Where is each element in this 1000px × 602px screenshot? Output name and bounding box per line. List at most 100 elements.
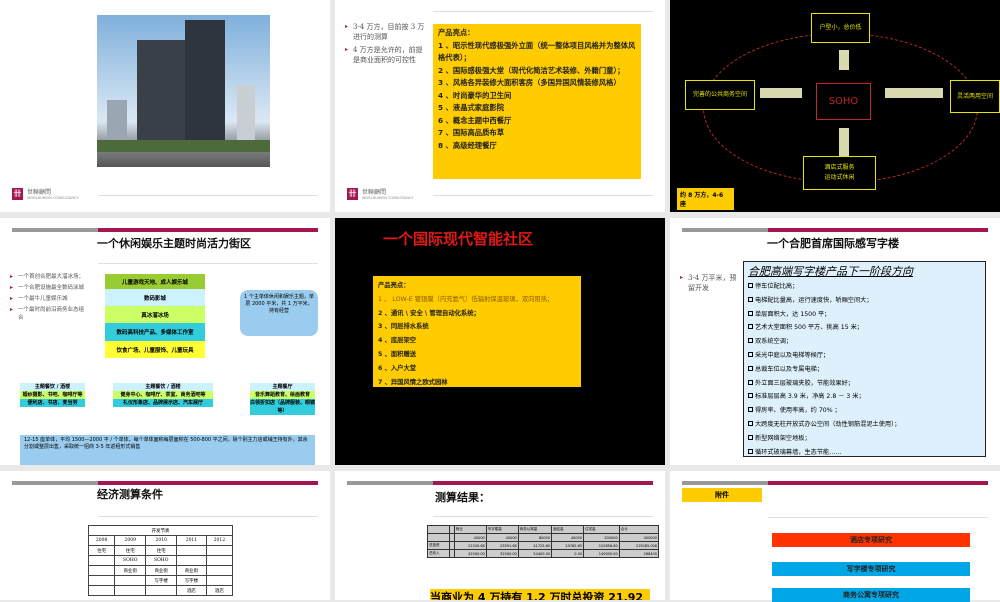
appendix-tag: 附件 [682,488,762,502]
diagram-box-right: 灵活两用空间 [950,80,1000,113]
slide-thumbnail-5[interactable]: 一个国际现代智能社区 产品亮点： 1 、 LOW-E 镀银膜（内充氩气）低辐射保… [335,218,665,465]
table-cell [145,585,178,596]
checkbox-square-icon [748,351,753,357]
area-label: 约 8 万方，4-6 座 [677,188,734,210]
table-cell: 2010 [145,535,178,546]
slide-thumbnail-3[interactable]: 户型小，总价低 完善的公共商务空间 灵活两用空间 酒店式服务 运动式休闲 SOHO… [670,0,1000,212]
table-cell: 总投资 [427,541,450,550]
table-cell [87,565,116,576]
table-cell: 商业 [453,525,487,534]
feature-item: 停车位配比高； [748,280,981,294]
slide-thumbnail-2[interactable]: 3-4 万方，目前按 3 万进行的测算4 万方是允许的，前提是商业面积的可控性 … [335,0,665,212]
checkbox-square-icon [748,365,753,371]
table-cell: 住宅 [145,545,178,556]
summary-highlight: 当商业为 4 万持有 1.2 万时总投资 21.92 [430,589,650,600]
table-cell: 40000 [485,533,519,542]
table-cell [205,575,234,586]
layer-3: 真冰溜冰场 [105,306,205,323]
table-cell [427,533,450,542]
table-row: 住宅 住宅 住宅 [87,545,234,556]
table-row: 40000 40000 80000 40000 200000 400000 [427,533,660,542]
table-cell [176,555,207,566]
checkbox-square-icon [748,379,753,385]
slide-thumbnail-4[interactable]: 一个休闲娱乐主题时尚活力街区 一个首创合肥最大溜冰场；一个合肥设施最全数码泳城一… [0,218,330,465]
table-cell: 2009 [114,535,147,546]
table-cell [114,585,147,596]
feature-item: 标准层层高 3.9 米，净高 2.8 － 3 米； [748,390,981,404]
feature-item: 单层面积大，达 1500 平； [748,308,981,322]
table-cell: 住宅 [87,545,116,556]
checkbox-square-icon [748,407,753,413]
table-cell: 268400 [618,549,660,558]
table-cell [87,575,116,586]
table-cell: 140000.00 [583,549,620,558]
checkbox-square-icon [748,338,753,344]
table-cell: 写字楼 [176,575,207,586]
slide-thumbnail-6[interactable]: 一个合肥首席国际感写字楼 3-4 万平米，预留开发 合肥高端写字楼产品下一阶段方… [670,218,1000,465]
checkbox-square-icon [748,283,753,288]
checkbox-square-icon [748,296,753,302]
table-cell: SOHO [145,555,178,566]
table-cell: 2011 [176,535,207,546]
table-cell: 2008 [87,535,116,546]
arrow-up-icon [839,128,849,156]
table-cell: 商业街 [176,565,207,576]
table-cell [205,565,234,576]
feature-item: 外立面三层玻璃夹胶，节能效果好； [748,377,981,391]
table-cell: 合计 [618,525,660,534]
table-cell [176,545,207,556]
product-highlights-box: 产品亮点： 1 、昭示性现代感极强外立面（统一整体项目风格并为整体风格代表）； 2… [433,24,641,179]
link-hotel-study[interactable]: 酒店专项研究 [772,533,970,547]
bullet-list: 3-4 万平米，预留开发 [680,273,740,296]
feature-item: 大跨度无柱开放式办公空间（劲性钢筋混泥土使用）； [748,418,981,432]
table-row: 商业 写字楼量 商务公寓量 酒店量 住宅量 合计 [427,525,660,534]
checkbox-square-icon [748,393,753,399]
summary-banner: 12-15 座单体，平均 1500—2000 平 / 个单体，每个单体面积每层面… [20,435,315,465]
table-cell [87,585,116,596]
table-cell: 32000.00 [485,549,519,558]
bullet-list: 3-4 万方，目前按 3 万进行的测算4 万方是允许的，前提是商业面积的可控性 [345,22,425,68]
table-row: 酒店 酒店 [87,585,234,596]
table-cell: 41725.60 [517,541,553,550]
slide-thumbnail-8[interactable]: 测算结果： 商业 写字楼量 商务公寓量 酒店量 住宅量 合计 40000 40000 80000… [335,471,665,600]
link-office-study[interactable]: 写字楼专项研究 [772,562,970,576]
layer-2: 数码高科技产品、多媒体工作室 [105,323,205,341]
feature-item: 总裁车位以及专属电梯； [748,363,981,377]
checkbox-square-icon [748,324,753,330]
development-schedule-table: 开发节奏 2008 2009 2010 2011 2012 住宅 住宅 住宅 SOHO SOHO 商… [87,525,234,596]
table-cell [87,555,116,566]
table-cell: 21345.68 [453,541,487,550]
table-cell: 商业街 [145,565,178,576]
slide-thumbnail-7[interactable]: 经济测算条件 开发节奏 2008 2009 2010 2011 2012 住宅 住宅 住宅 SO… [0,471,330,600]
table-cell: 23591.68 [485,541,519,550]
table-row: 总收入 42000.00 32000.00 54400.00 0.00 140000.00… [427,549,660,558]
slide-title: 经济测算条件 [97,488,163,501]
table-cell: 219285.008 [618,541,660,550]
table-cell: 总收入 [427,549,450,558]
layer-5: 儿童游戏天地、成人娱乐城 [105,274,205,289]
table-cell: 商务公寓量 [517,525,553,534]
product-highlights-box: 产品亮点： 1 、 LOW-E 镀银膜（内充氩气）低辐射保温玻璃，双向阻热； 2 … [373,276,581,387]
table-cell: 住宅 [114,545,147,556]
slide-thumbnail-1[interactable]: 卌世聯顧問 WORLDUNION CONSULTANCY [0,0,330,212]
table-cell [205,545,234,556]
slide-title: 一个合肥首席国际感写字楼 [767,237,899,250]
slide-title: 一个国际现代智能社区 [383,230,534,248]
feature-item: 电梯配比量高，运行速度快，轿厢空间大； [748,294,981,308]
table-cell: 2012 [205,535,234,546]
table-cell: SOHO [114,555,147,566]
feature-item: 双系统空调； [748,335,981,349]
table-row: 总投资 21345.68 23591.68 41725.60 29765.65 10285… [427,541,660,550]
table-cell [114,575,147,586]
table-cell [427,525,450,534]
table-row: 2008 2009 2010 2011 2012 [87,535,234,546]
table-cell: 0.00 [551,549,585,558]
feature-item: 新型网络架空地板； [748,432,981,446]
building-photo [97,15,270,167]
table-cell: 酒店 [176,585,207,596]
table-cell: 住宅量 [583,525,620,534]
table-cell [205,555,234,566]
slide-title: 测算结果： [435,491,490,504]
table-cell: 商业街 [114,565,147,576]
table-cell: 400000 [618,533,660,542]
